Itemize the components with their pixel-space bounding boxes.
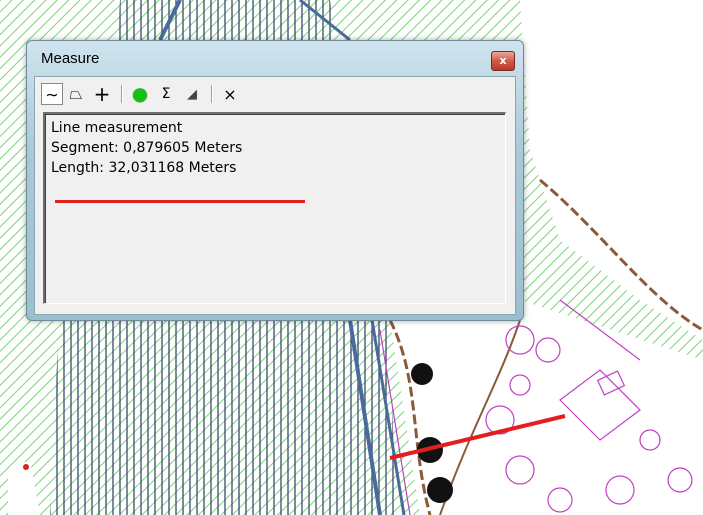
measure-toolbar: ∼ ⏢ + ● Σ ◢ × [39, 81, 509, 107]
toolbar-separator [211, 85, 213, 103]
sum-button[interactable]: Σ [155, 83, 177, 105]
measure-feature-icon: + [93, 82, 111, 106]
measure-area-icon: ⏢ [69, 84, 83, 103]
measure-area-button[interactable]: ⏢ [65, 83, 87, 105]
clear-icon: × [223, 84, 237, 104]
close-button[interactable]: x [491, 51, 515, 71]
window-title: Measure [41, 50, 100, 67]
units-icon: ◢ [187, 86, 197, 102]
title-bar[interactable]: Measure x [27, 41, 523, 75]
clear-button[interactable]: × [219, 83, 241, 105]
measure-line-button[interactable]: ∼ [41, 83, 63, 105]
measure-line-icon: ∼ [45, 84, 59, 104]
length-annotation-underline [55, 200, 305, 203]
measurement-type: Line measurement [51, 120, 183, 136]
measure-output-panel: Line measurement Segment: 0,879605 Meter… [43, 112, 506, 304]
segment-value: Segment: 0,879605 Meters [51, 140, 243, 156]
sum-icon: Σ [161, 86, 171, 102]
toolbar-separator [121, 85, 123, 103]
snapping-button[interactable]: ● [129, 83, 151, 105]
units-button[interactable]: ◢ [181, 83, 203, 105]
close-icon: x [499, 54, 507, 67]
snapping-icon: ● [132, 83, 148, 105]
length-value: Length: 32,031168 Meters [51, 160, 237, 176]
measure-client-area: ∼ ⏢ + ● Σ ◢ × Line measurement Segment: … [34, 76, 516, 315]
measure-window[interactable]: Measure x ∼ ⏢ + ● Σ ◢ × Line measurement… [26, 40, 524, 321]
measure-feature-button[interactable]: + [91, 82, 113, 106]
